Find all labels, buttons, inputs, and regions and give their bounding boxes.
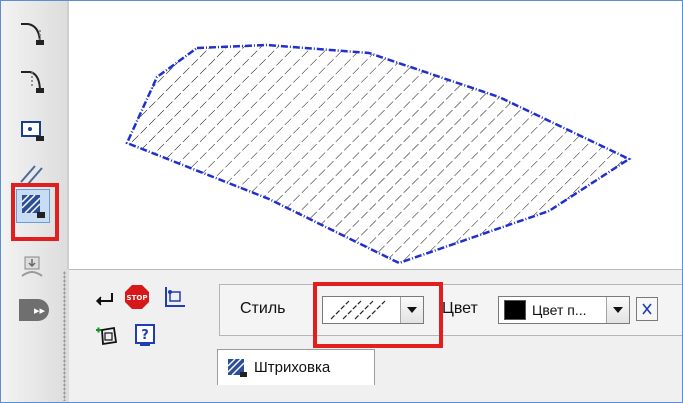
- grip-dots: [63, 271, 66, 401]
- command-area: STOP ?: [69, 270, 204, 402]
- tab-hatching[interactable]: Штриховка: [217, 349, 375, 385]
- manual-contour-icon[interactable]: [94, 322, 120, 348]
- stop-icon[interactable]: STOP: [124, 284, 150, 310]
- close-icon: [642, 303, 652, 315]
- toolbar-expand-arrow[interactable]: ▸▸: [19, 299, 49, 321]
- style-select-highlight: [313, 282, 443, 348]
- color-value: Цвет п...: [532, 302, 587, 318]
- color-swatch: [504, 300, 526, 320]
- enter-icon[interactable]: [91, 286, 117, 312]
- toolbar-edge: [67, 1, 69, 269]
- properties-bar: Стиль Цвет Цвет п...: [219, 284, 682, 336]
- property-panel: STOP ? Стиль Цвет Цвет п... Штриховка: [69, 269, 682, 402]
- point-rect-icon[interactable]: [15, 111, 49, 145]
- color-dropdown-button[interactable]: [606, 297, 629, 323]
- window-frame: ▸▸ STOP ? Стиль Цвет Цвет п... Штриховка: [0, 0, 683, 403]
- insert-view-icon[interactable]: [15, 251, 49, 285]
- tab-label: Штриховка: [254, 359, 331, 376]
- fillet-line-alt-icon[interactable]: [15, 63, 49, 97]
- auto-contour-icon[interactable]: [162, 284, 188, 310]
- svg-text:STOP: STOP: [127, 294, 148, 302]
- color-label: Цвет: [442, 300, 478, 317]
- chevron-down-icon: [613, 307, 623, 313]
- hatched-shape[interactable]: [69, 1, 682, 269]
- fillet-line-icon[interactable]: [15, 15, 49, 49]
- drawing-canvas[interactable]: [69, 1, 682, 269]
- more-button[interactable]: [636, 297, 658, 321]
- hatching-tool-highlight: [11, 183, 59, 241]
- hatching-tab-icon: [227, 358, 247, 377]
- help-icon[interactable]: ?: [133, 322, 159, 348]
- style-label: Стиль: [240, 300, 286, 317]
- svg-text:?: ?: [141, 328, 149, 343]
- color-select[interactable]: Цвет п...: [498, 296, 630, 324]
